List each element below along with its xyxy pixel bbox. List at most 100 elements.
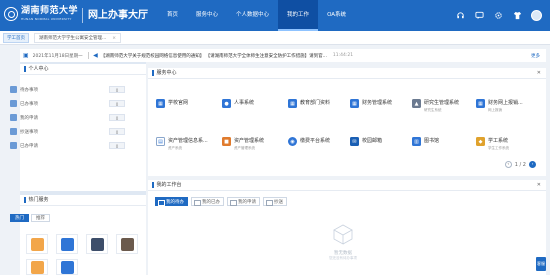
tab-popular[interactable]: 热门 <box>10 214 29 222</box>
service-item[interactable]: ■ 资产管理系统 资产管理系统 <box>222 136 264 154</box>
row-count: 0 <box>109 114 125 121</box>
done-apply-icon <box>10 142 17 149</box>
service-name: 财务网上报销... <box>488 100 523 106</box>
my-center-row[interactable]: 我的申请 0 <box>10 112 130 123</box>
chat-icon[interactable] <box>474 10 485 21</box>
service-icon <box>60 260 74 274</box>
service-center-panel: 服务中心 ✕ <box>148 68 546 176</box>
popular-tile[interactable] <box>56 234 78 254</box>
tab-my-done[interactable]: 我的已办 <box>191 197 224 206</box>
service-sub: 资产系统 <box>168 146 182 150</box>
service-item[interactable]: ◆ 学工系统 学生工作系统 <box>476 136 509 154</box>
service-item[interactable]: ▦ 财务管理系统 <box>350 98 392 116</box>
service-item[interactable]: ▲ 研究生管理系统 研究生系统 <box>412 98 459 116</box>
workbench-tabs: 我的待办 我的已办 我的申请 抄送 <box>155 197 287 206</box>
globe-icon: ◉ <box>288 137 297 146</box>
customer-service-button[interactable]: 客服 <box>536 257 546 271</box>
tab-home[interactable]: 学工首页 <box>3 33 29 43</box>
service-name: 研究生管理系统 <box>424 100 460 106</box>
row-count: 0 <box>109 100 125 107</box>
calendar-icon: ▣ <box>23 52 29 59</box>
my-center-row[interactable]: 待办事项 0 <box>10 84 130 95</box>
tab-recommended[interactable]: 推荐 <box>31 214 50 222</box>
service-name: 学校官网 <box>168 100 189 106</box>
page-indicator: 1 / 2 <box>514 161 526 168</box>
user-avatar[interactable] <box>531 10 542 21</box>
title-accent <box>24 197 26 203</box>
tab-open-label: 湖南师范大学学生公寓安全管理... <box>39 36 107 41</box>
person-icon: ● <box>222 99 231 108</box>
popular-tile[interactable] <box>116 234 138 254</box>
popular-tile[interactable] <box>26 234 48 254</box>
popular-tabs: 热门 推荐 <box>10 214 50 222</box>
row-label: 已办事项 <box>20 101 38 107</box>
service-icon <box>30 237 44 251</box>
service-name: 缴费平台系统 <box>300 138 331 144</box>
document-icon: ▤ <box>156 137 165 146</box>
empty-box-icon <box>333 224 353 245</box>
close-tab-icon[interactable]: × <box>112 36 116 41</box>
collapse-icon[interactable]: ✕ <box>537 68 541 79</box>
popular-tile[interactable] <box>56 259 78 275</box>
todo-icon <box>10 86 17 93</box>
windows-icon: ▦ <box>156 99 165 108</box>
headset-icon[interactable] <box>455 10 466 21</box>
row-label: 抄送事项 <box>20 129 38 135</box>
nav-oa-system[interactable]: OA系统 <box>318 0 355 31</box>
mail-icon: ✉ <box>350 137 359 146</box>
tab-my-todo[interactable]: 我的待办 <box>155 197 188 206</box>
school-logo[interactable]: 湖南师范大学 HUNAN NORMAL UNIVERSITY <box>4 6 78 21</box>
nav-personal-data[interactable]: 个人数据中心 <box>227 0 278 31</box>
service-item[interactable]: ◉ 缴费平台系统 <box>288 136 330 154</box>
tab-my-apply[interactable]: 我的申请 <box>227 197 260 206</box>
row-label: 已办申请 <box>20 143 38 149</box>
service-item[interactable]: ▦ 学校官网 <box>156 98 188 116</box>
shirt-icon[interactable] <box>512 10 523 21</box>
popular-title: 热门服务 <box>28 196 49 203</box>
logo-divider <box>82 8 83 23</box>
prev-page-button[interactable]: ‹ <box>504 161 512 168</box>
notice-separator <box>87 52 89 59</box>
my-center-row[interactable]: 已办事项 0 <box>10 98 130 109</box>
service-item[interactable]: ▤ 资产管理信息系... 资产系统 <box>156 136 208 154</box>
notice-more-link[interactable]: 更多 <box>531 53 540 59</box>
workbench-panel: 我的工作台 ✕ 我的待办 我的已办 我的申请 抄送 暂无数据 您还没有待办事项 <box>148 180 546 275</box>
book-icon: ▥ <box>412 137 421 146</box>
next-page-button[interactable]: › <box>529 161 536 168</box>
notice-text[interactable]: 【湖南师范大学关于规范校园网络信息使用的通知】 【请湖南师范大学全体师生注意安全… <box>101 53 327 59</box>
row-label: 待办事项 <box>20 87 38 93</box>
service-name: 校园邮箱 <box>362 138 383 144</box>
tab-open-page[interactable]: 湖南师范大学学生公寓安全管理... × <box>34 33 122 43</box>
nav-service-center[interactable]: 服务中心 <box>187 0 227 31</box>
title-accent <box>152 182 154 188</box>
collapse-icon[interactable]: ✕ <box>537 180 541 191</box>
service-sub: 资产管理系统 <box>234 146 255 150</box>
row-label: 我的申请 <box>20 115 38 121</box>
graduate-icon <box>90 237 104 251</box>
service-name: 图书馆 <box>424 138 440 144</box>
my-center-row[interactable]: 已办申请 0 <box>10 140 130 151</box>
row-count: 0 <box>109 86 125 93</box>
service-sub: 网上报销 <box>488 108 502 112</box>
service-item[interactable]: ✉ 校园邮箱 <box>350 136 382 154</box>
tab-cc[interactable]: 抄送 <box>263 197 287 206</box>
settings-icon[interactable] <box>493 10 504 21</box>
service-name: 学工系统 <box>488 138 509 144</box>
service-center-title: 服务中心 <box>156 69 177 76</box>
service-name: 财务管理系统 <box>362 100 393 106</box>
graduate-icon: ▲ <box>412 99 421 108</box>
service-item[interactable]: ● 人事系统 <box>222 98 254 116</box>
service-item[interactable]: ▦ 财务网上报销... 网上报销 <box>476 98 523 116</box>
nav-my-work[interactable]: 我的工作 <box>278 0 319 31</box>
school-seal-icon <box>4 6 18 21</box>
apply-icon <box>10 114 17 121</box>
nav-home[interactable]: 首页 <box>158 0 187 31</box>
popular-tile[interactable] <box>26 259 48 275</box>
row-count: 0 <box>109 142 125 149</box>
my-center-row[interactable]: 抄送事项 0 <box>10 126 130 137</box>
title-accent <box>24 66 26 72</box>
service-item[interactable]: ▥ 图书馆 <box>412 136 439 154</box>
speaker-icon: ◀ <box>93 52 98 59</box>
service-item[interactable]: ▦ 教育部门资料 <box>288 98 330 116</box>
popular-tile[interactable] <box>86 234 108 254</box>
